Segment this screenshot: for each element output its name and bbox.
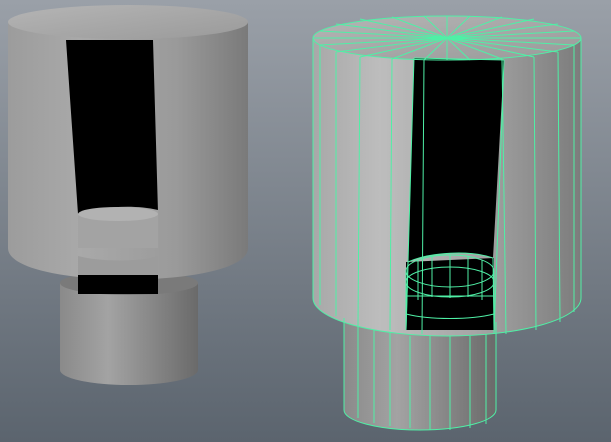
body-top-face (8, 5, 248, 39)
stem-cylinder (60, 283, 198, 385)
hole-slot (66, 40, 158, 214)
hole-bottom-gap (78, 275, 158, 294)
maya-viewport[interactable] (0, 0, 611, 442)
